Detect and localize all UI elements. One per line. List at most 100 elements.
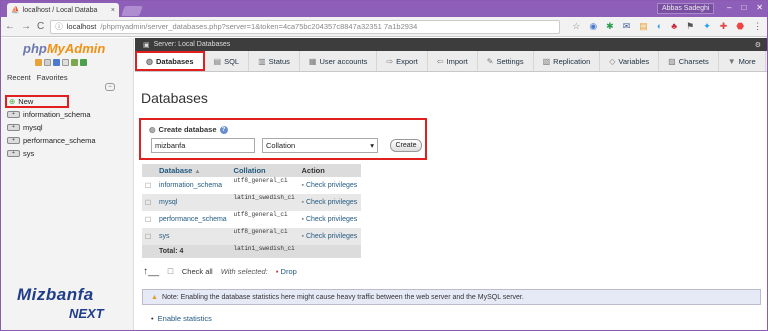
with-selected-label: With selected: xyxy=(220,267,268,276)
drop-icon: ▪ xyxy=(275,267,279,276)
check-privileges-link[interactable]: ▪ Check privileges xyxy=(298,194,361,211)
tree-item-performance-schema[interactable]: + performance_schema xyxy=(5,134,132,147)
database-tree: ⊕ New + information_schema + mysql + per… xyxy=(5,95,132,160)
expand-icon[interactable]: + xyxy=(7,137,20,144)
check-all-checkbox[interactable]: ☐ xyxy=(167,267,174,276)
header-database[interactable]: Database ▲ xyxy=(156,164,231,177)
recent-tab[interactable]: Recent xyxy=(7,73,31,82)
extension-icon[interactable]: ♣ xyxy=(671,21,677,32)
db-link[interactable]: mysql xyxy=(156,194,231,211)
tab-more[interactable]: ▼ More xyxy=(719,51,766,71)
minimize-button[interactable]: – xyxy=(727,3,731,12)
star-icon[interactable]: ☆ xyxy=(572,21,580,32)
forward-arrow-icon[interactable]: → xyxy=(21,21,31,32)
new-tab-button[interactable] xyxy=(121,6,143,16)
database-name-input[interactable]: mizbanfa xyxy=(151,138,255,153)
extension-icon[interactable]: ⚑ xyxy=(686,21,694,32)
extension-icon[interactable]: ✉ xyxy=(623,21,631,32)
back-arrow-icon[interactable]: ← xyxy=(5,21,15,32)
bullet-icon: • xyxy=(151,314,154,323)
tree-item-mysql[interactable]: + mysql xyxy=(5,121,132,134)
home-icon[interactable] xyxy=(35,59,42,66)
row-checkbox[interactable]: ☐ xyxy=(142,177,156,194)
phpmyadmin-logo[interactable]: phpMyAdmin xyxy=(23,41,105,56)
tab-variables[interactable]: ◇ Variables xyxy=(600,51,660,71)
page-info-icon[interactable]: ⓘ xyxy=(55,21,63,32)
row-checkbox[interactable]: ☐ xyxy=(142,194,156,211)
watermark-line1: Mizbanfa xyxy=(17,285,94,304)
extension-icon[interactable]: ▤ xyxy=(639,21,648,32)
create-label-text: Create database xyxy=(158,125,217,134)
expand-icon[interactable]: + xyxy=(7,124,20,131)
row-checkbox[interactable]: ☐ xyxy=(142,228,156,245)
docs-icon[interactable] xyxy=(53,59,60,66)
tree-item-new[interactable]: ⊕ New xyxy=(5,95,69,108)
check-privileges-link[interactable]: ▪ Check privileges xyxy=(298,177,361,194)
tree-item-label: information_schema xyxy=(23,110,91,119)
page-title: Databases xyxy=(141,90,208,106)
collation-select[interactable]: Collation ▾ xyxy=(262,138,378,153)
address-row: ← → C ⓘ localhost/phpmyadmin/server_data… xyxy=(1,17,767,37)
reload-nav-icon[interactable] xyxy=(80,59,87,66)
tab-status[interactable]: ▥ Status xyxy=(249,51,300,71)
check-privileges-link[interactable]: ▪ Check privileges xyxy=(298,211,361,228)
db-link[interactable]: sys xyxy=(156,228,231,245)
tab-replication[interactable]: ▧ Replication xyxy=(534,51,601,71)
close-window-button[interactable]: ✕ xyxy=(756,3,763,12)
docs-icon[interactable] xyxy=(62,59,69,66)
tab-charsets[interactable]: ▨ Charsets xyxy=(659,51,719,71)
extension-icon[interactable]: ✚ xyxy=(720,21,728,32)
enable-statistics-link[interactable]: • Enable statistics xyxy=(151,314,212,323)
replication-icon: ▧ xyxy=(542,56,551,66)
tab-sql[interactable]: ▤ SQL xyxy=(205,51,250,71)
tab-user-accounts[interactable]: ▦ User accounts xyxy=(300,51,378,71)
db-link[interactable]: performance_schema xyxy=(156,211,231,228)
tab-close-icon[interactable]: × xyxy=(111,7,115,14)
tree-item-sys[interactable]: + sys xyxy=(5,147,132,160)
gear-icon[interactable]: ⚙ xyxy=(755,41,761,49)
tab-export[interactable]: ⇨ Export xyxy=(377,51,428,71)
expand-icon[interactable]: + xyxy=(7,150,20,157)
logout-icon[interactable] xyxy=(44,59,51,66)
browser-tab[interactable]: ⛵ localhost / Local Databa × xyxy=(7,3,119,17)
check-all-label[interactable]: Check all xyxy=(182,267,213,276)
url-path: /phpmyadmin/server_databases.php?server=… xyxy=(100,22,418,31)
statistics-note: ▲ Note: Enabling the database statistics… xyxy=(142,289,761,305)
url-field[interactable]: ⓘ localhost/phpmyadmin/server_databases.… xyxy=(50,19,561,34)
extension-icon[interactable]: ◐ xyxy=(657,21,662,32)
breadcrumb-text[interactable]: Server: Local Databases xyxy=(154,41,231,48)
extension-icon[interactable]: ◉ xyxy=(589,21,597,32)
collapse-all-icon[interactable]: − xyxy=(105,83,115,91)
sort-icon[interactable]: ▲ xyxy=(194,169,200,175)
variables-icon: ◇ xyxy=(609,56,616,66)
total-row: Total: 4 latin1_swedish_ci xyxy=(142,245,361,258)
extension-icon[interactable]: ⬣ xyxy=(736,21,744,32)
extension-icon[interactable]: ✱ xyxy=(606,21,614,32)
drop-button[interactable]: ▪ Drop xyxy=(276,267,297,276)
header-collation[interactable]: Collation xyxy=(230,164,299,177)
favorites-tab[interactable]: Favorites xyxy=(37,73,68,82)
arrow-up-icon: ↑__ xyxy=(143,266,160,277)
tab-import[interactable]: ⇦ Import xyxy=(428,51,478,71)
extension-icons: ☆ ◉ ✱ ✉ ▤ ◐ ♣ ⚑ ✦ ✚ ⬣ ⋮ xyxy=(572,21,762,32)
watermark-line2: NEXT xyxy=(69,306,104,321)
settings-icon[interactable] xyxy=(71,59,78,66)
maximize-button[interactable]: □ xyxy=(741,3,746,12)
tree-item-label: mysql xyxy=(23,123,43,132)
check-privileges-link[interactable]: ▪ Check privileges xyxy=(298,228,361,245)
db-link[interactable]: information_schema xyxy=(156,177,231,194)
menu-icon[interactable]: ⋮ xyxy=(753,21,762,32)
db-collation: utf8_general_ci xyxy=(230,211,299,228)
create-button[interactable]: Create xyxy=(390,139,422,152)
profile-name[interactable]: Abbas Sadeghi xyxy=(657,3,715,14)
tree-item-information-schema[interactable]: + information_schema xyxy=(5,108,132,121)
warning-icon: ▲ xyxy=(151,293,158,301)
reload-icon[interactable]: C xyxy=(37,21,44,32)
chevron-down-icon: ▼ xyxy=(727,56,736,66)
tab-settings[interactable]: ✎ Settings xyxy=(478,51,534,71)
expand-icon[interactable]: + xyxy=(7,111,20,118)
help-icon[interactable]: ? xyxy=(219,125,228,134)
extension-icon[interactable]: ✦ xyxy=(703,21,711,32)
tab-databases[interactable]: ◍ Databases xyxy=(135,51,205,71)
row-checkbox[interactable]: ☐ xyxy=(142,211,156,228)
